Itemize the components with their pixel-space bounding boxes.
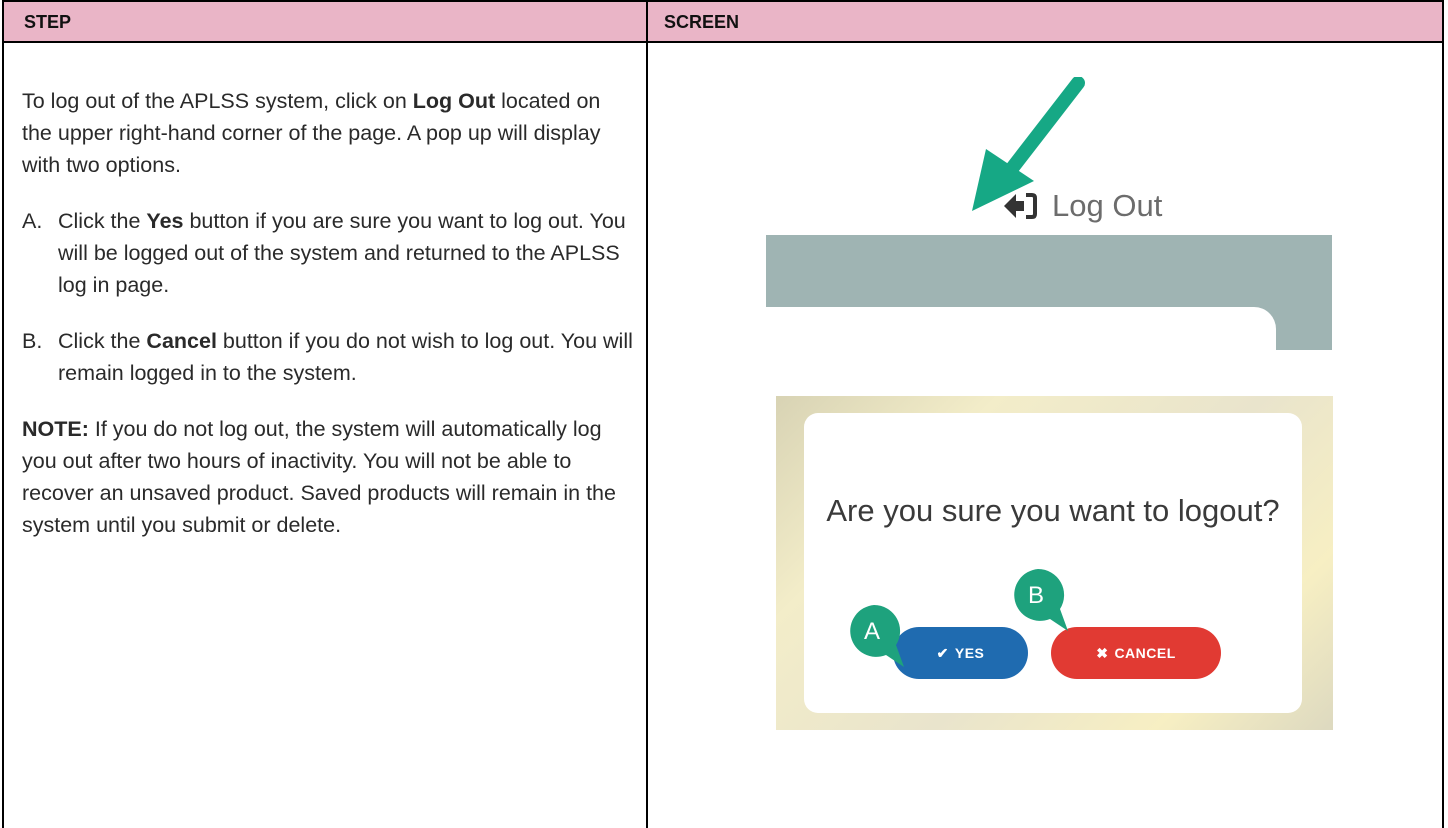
list-item-b: B. Click the Cancel button if you do not … [22, 325, 634, 389]
badge-a-label: A [864, 618, 880, 645]
instruction-table: STEP SCREEN To log out of the APLSS syst… [2, 0, 1444, 828]
table-header-row: STEP SCREEN [4, 0, 1442, 43]
callout-badge-b: B [1014, 568, 1068, 631]
badge-b-label: B [1028, 582, 1044, 609]
close-icon: ✖ [1096, 644, 1109, 661]
list-item-a: A. Click the Yes button if you are sure y… [22, 205, 634, 301]
intro-text-1: To log out of the APLSS system, click on [22, 89, 413, 113]
logout-icon [1004, 193, 1037, 219]
list-marker-b: B. [22, 329, 43, 353]
note-paragraph: NOTE: If you do not log out, the system … [22, 413, 634, 541]
cancel-label: CANCEL [1114, 645, 1176, 661]
note-label: NOTE: [22, 417, 89, 441]
step-column: To log out of the APLSS system, click on… [22, 85, 634, 541]
logout-label: Log Out [1052, 188, 1163, 223]
cancel-button[interactable]: ✖ CANCEL [1051, 627, 1221, 679]
note-text: If you do not log out, the system will a… [22, 417, 616, 537]
screen-column-header: SCREEN [664, 12, 740, 32]
screenshot-panel: Log Out Are you sure you want to logout?… [648, 43, 1446, 828]
step-column-header: STEP [24, 12, 72, 32]
list-marker-a: A. [22, 209, 43, 233]
yes-label: YES [954, 645, 985, 661]
intro-bold-logout: Log Out [412, 89, 496, 113]
item-b-text-1: Click the [58, 329, 147, 353]
check-icon: ✔ [936, 644, 949, 661]
item-a-text-1: Click the [58, 209, 147, 233]
callout-badge-a: A [850, 604, 904, 667]
intro-paragraph: To log out of the APLSS system, click on… [22, 85, 634, 181]
item-b-bold: Cancel [146, 329, 217, 353]
dialog-question: Are you sure you want to logout? [826, 493, 1280, 528]
item-a-bold: Yes [146, 209, 184, 233]
grey-banner [766, 235, 1332, 350]
logout-link[interactable]: Log Out [1002, 188, 1162, 224]
